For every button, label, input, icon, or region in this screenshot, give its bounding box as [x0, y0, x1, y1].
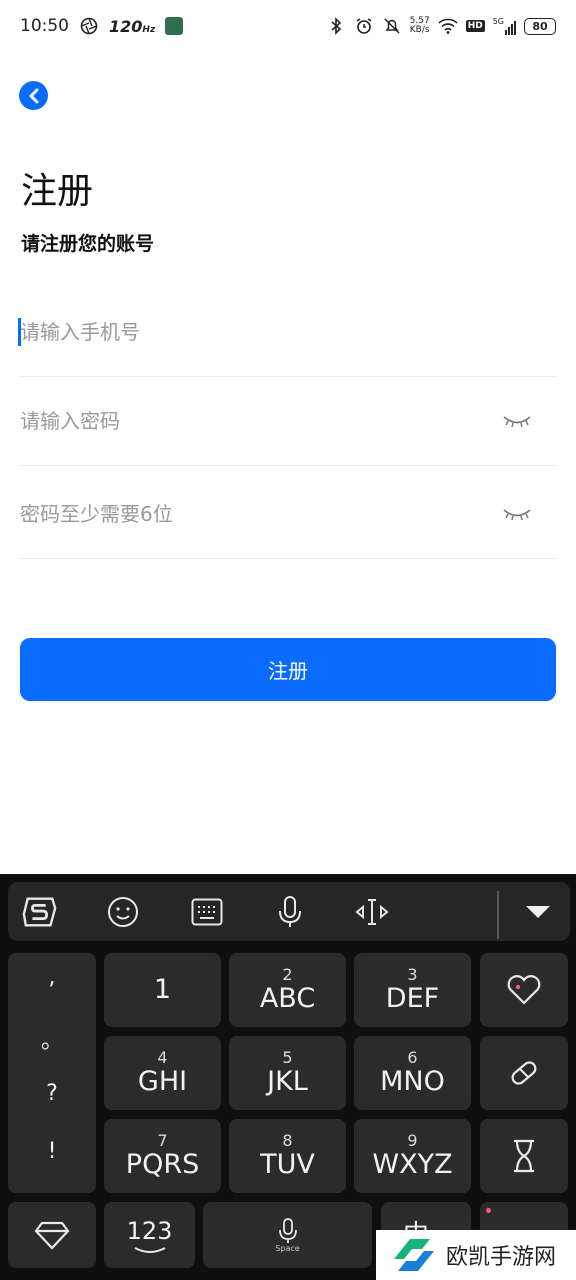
- microphone-icon: [278, 1217, 297, 1243]
- bluetooth-icon: [326, 16, 346, 36]
- number-mode-key[interactable]: 123: [104, 1202, 195, 1268]
- heart-tag-icon: [507, 975, 541, 1005]
- hourglass-icon: [514, 1139, 534, 1173]
- refresh-rate: 120Hz: [109, 16, 156, 36]
- key-ghi[interactable]: 4 GHI: [104, 1036, 221, 1110]
- alarm-icon: [354, 16, 374, 36]
- eye-closed-icon[interactable]: [502, 507, 532, 521]
- mute-bell-icon: [382, 16, 402, 36]
- eraser-icon: [511, 1061, 537, 1085]
- key-def[interactable]: 3 DEF: [354, 953, 471, 1027]
- punct-comma[interactable]: ,: [8, 965, 96, 990]
- sogou-logo-icon[interactable]: [22, 894, 58, 930]
- microphone-icon[interactable]: [272, 894, 308, 930]
- toolbar-divider: [497, 891, 499, 939]
- diamond-icon: [34, 1221, 70, 1250]
- aperture-icon: [79, 16, 99, 36]
- signal-icon: 5G: [493, 17, 516, 35]
- keyboard-layout-icon[interactable]: [189, 894, 225, 930]
- cursor-move-icon[interactable]: [354, 894, 390, 930]
- hide-keyboard-icon[interactable]: [520, 894, 556, 930]
- text-cursor: [18, 318, 21, 346]
- chevron-left-icon: [29, 88, 38, 103]
- register-button[interactable]: 注册: [20, 638, 556, 701]
- key-wxyz[interactable]: 9 WXYZ: [354, 1119, 471, 1193]
- confirm-password-input[interactable]: [20, 493, 480, 534]
- confirm-password-field: [20, 469, 556, 559]
- hourglass-key[interactable]: [480, 1119, 568, 1193]
- status-bar: 10:50 120Hz 5.57 KB/s HD 5G 80: [0, 0, 576, 52]
- key-abc[interactable]: 2 ABC: [229, 953, 346, 1027]
- emoji-icon[interactable]: [105, 894, 141, 930]
- smile-underline-icon: [134, 1247, 165, 1253]
- key-tuv[interactable]: 8 TUV: [229, 1119, 346, 1193]
- eraser-key[interactable]: [480, 1036, 568, 1110]
- phone-input[interactable]: [20, 311, 480, 352]
- page-subtitle: 请注册您的账号: [21, 233, 155, 255]
- app-notification-icon: [165, 17, 184, 35]
- punct-exclaim[interactable]: !: [8, 1139, 96, 1164]
- hd-badge: HD: [465, 20, 485, 32]
- back-button[interactable]: [19, 81, 48, 110]
- key-mno[interactable]: 6 MNO: [354, 1036, 471, 1110]
- skin-key[interactable]: [8, 1202, 96, 1268]
- punctuation-column[interactable]: , 。 ? !: [8, 953, 96, 1193]
- watermark-logo-icon: [394, 1239, 434, 1271]
- key-1[interactable]: 1: [104, 953, 221, 1027]
- page-title: 注册: [21, 171, 94, 212]
- keyboard-toolbar: [8, 882, 570, 941]
- password-field: [20, 376, 556, 466]
- key-pqrs[interactable]: 7 PQRS: [104, 1119, 221, 1193]
- password-input[interactable]: [20, 400, 480, 441]
- battery-indicator: 80: [524, 17, 556, 35]
- wifi-icon: [438, 16, 458, 36]
- watermark-text: 欧凯手游网: [446, 1245, 557, 1270]
- phone-field: [18, 287, 556, 377]
- eye-closed-icon[interactable]: [502, 414, 532, 428]
- status-time: 10:50: [20, 16, 69, 36]
- favorite-phrases-key[interactable]: [480, 953, 568, 1027]
- site-watermark: 欧凯手游网: [376, 1230, 576, 1280]
- notification-dot: [486, 1208, 491, 1213]
- key-jkl[interactable]: 5 JKL: [229, 1036, 346, 1110]
- punct-period[interactable]: 。: [8, 1023, 96, 1055]
- network-speed: 5.57 KB/s: [409, 16, 430, 35]
- punct-question[interactable]: ?: [8, 1081, 96, 1106]
- space-key[interactable]: Space: [203, 1202, 372, 1268]
- soft-keyboard: , 。 ? ! 1 2 ABC 3 DEF 4 GHI 5 JKL 6 MNO …: [0, 874, 576, 1280]
